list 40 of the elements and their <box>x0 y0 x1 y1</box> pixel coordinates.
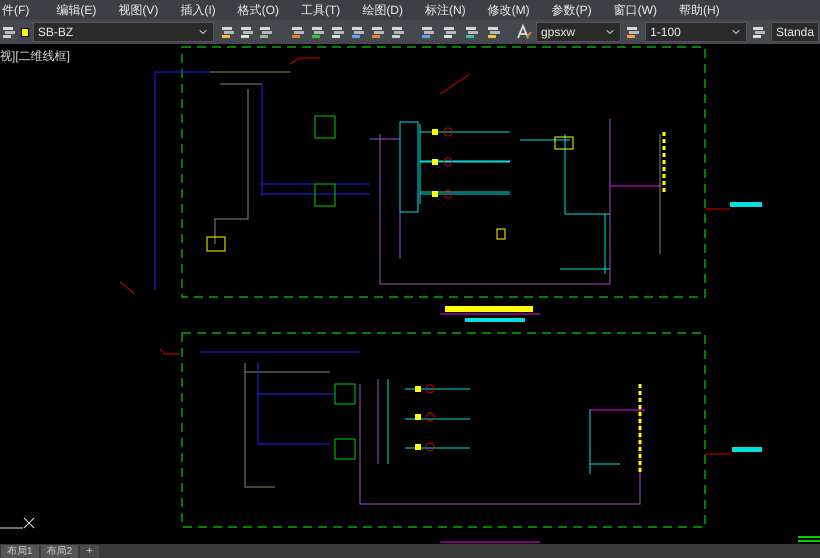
menu-item[interactable]: 插入(I) <box>169 1 227 19</box>
text-style-dropdown[interactable]: gpsxw <box>536 22 622 42</box>
menu-item[interactable]: 格式(O) <box>226 1 290 19</box>
ucs-axis-icon <box>0 518 34 528</box>
menu-item[interactable]: 标注(N) <box>414 1 477 19</box>
menu-item[interactable]: 视图(V) <box>107 1 170 19</box>
grid-bars-icon <box>797 536 820 544</box>
menu-item[interactable]: 件(F) <box>0 1 32 19</box>
menu-item[interactable]: 参数(P) <box>540 1 603 19</box>
layout-tab[interactable]: 布局1 <box>1 545 39 558</box>
layer-icon[interactable] <box>442 24 458 40</box>
dimension-style-dropdown[interactable]: 1-100 <box>645 22 747 42</box>
layer-icon[interactable] <box>238 24 255 40</box>
layout-tab[interactable]: 布局2 <box>40 545 78 558</box>
menu-item[interactable]: 绘图(D) <box>351 1 414 19</box>
layer-icon[interactable] <box>420 24 436 40</box>
menu-item[interactable]: 编辑(E) <box>45 1 108 19</box>
layer-icon[interactable] <box>350 24 366 40</box>
layer-icon[interactable] <box>310 24 326 40</box>
menu-item[interactable]: 工具(T) <box>290 1 352 19</box>
layer-color-swatch <box>21 28 29 36</box>
layer-icon[interactable] <box>258 24 274 40</box>
layer-icon[interactable] <box>464 24 480 40</box>
layer-icon[interactable] <box>370 24 386 40</box>
text-style-icon[interactable] <box>516 24 532 40</box>
layer-icon[interactable] <box>486 24 502 40</box>
menu-item[interactable]: 修改(M) <box>476 1 541 19</box>
table-style-dropdown[interactable]: Standa <box>770 22 819 42</box>
add-layout-button[interactable]: + <box>80 545 99 558</box>
layer-icon[interactable] <box>330 24 346 40</box>
dimension-style-icon[interactable] <box>625 24 642 40</box>
layer-icon[interactable] <box>220 24 236 40</box>
menu-item[interactable]: 窗口(W) <box>602 1 668 19</box>
layer-icon[interactable] <box>390 24 406 40</box>
menu-item[interactable]: 帮助(H) <box>668 1 731 19</box>
layer-dropdown[interactable]: SB-BZ <box>32 22 214 42</box>
layer-icon[interactable] <box>290 24 306 40</box>
table-style-icon[interactable] <box>750 24 767 40</box>
viewport-label[interactable]: 视][二维线框] <box>0 47 70 65</box>
layer-state-icon[interactable] <box>1 24 17 40</box>
